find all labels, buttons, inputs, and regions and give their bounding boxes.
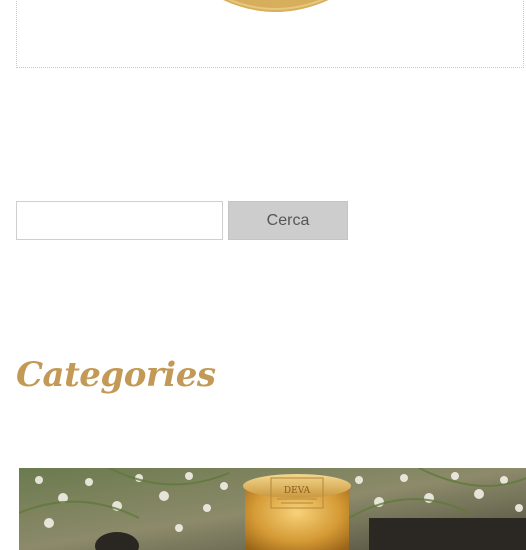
categories-heading: Categories [16,355,216,395]
product-jar-photo: DEVA [19,468,526,550]
page: Cerca Categories DEVA [0,0,526,550]
search-button[interactable]: Cerca [228,201,348,240]
svg-text:DEVA: DEVA [284,486,311,496]
logo-widget [16,0,524,68]
search-input[interactable] [16,201,223,240]
gold-emblem-icon [223,0,329,12]
category-featured-image[interactable]: DEVA [19,468,526,550]
